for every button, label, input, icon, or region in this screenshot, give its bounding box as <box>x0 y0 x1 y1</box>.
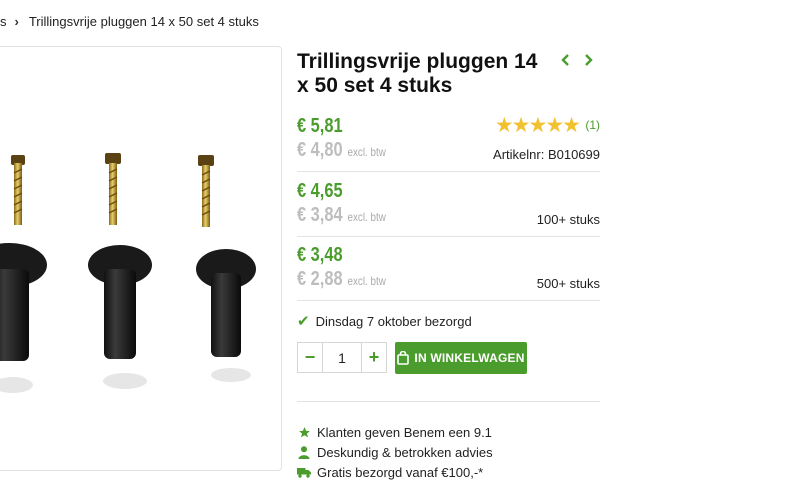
shopping-bag-icon <box>397 351 410 365</box>
delivery-text: Dinsdag 7 oktober bezorgd <box>315 313 472 329</box>
price-excl-value: € 4,80 <box>297 139 343 161</box>
price-row-base: € 5,81 € 4,80 excl. btw ★★★★★ (1) Artikel… <box>297 115 600 172</box>
price-excl-value: € 3,84 <box>297 204 343 226</box>
screw-2 <box>105 153 121 225</box>
excl-btw-label: excl. btw <box>347 145 386 159</box>
plug-3 <box>196 249 256 382</box>
plug-1 <box>0 243 47 393</box>
usp-item: Klanten geven Benem een 9.1 <box>297 425 492 440</box>
breadcrumb-prev-link[interactable]: s <box>0 14 7 29</box>
quantity-increase-button[interactable]: + <box>361 342 387 373</box>
check-icon: ✔ <box>297 313 310 330</box>
quantity-decrease-button[interactable]: − <box>297 342 323 373</box>
usp-text: Gratis bezorgd vanaf €100,-* <box>317 465 484 480</box>
plug-2 <box>88 245 152 389</box>
tier-label: 500+ stuks <box>536 276 600 291</box>
excl-btw-label: excl. btw <box>347 210 386 224</box>
breadcrumb-current: Trillingsvrije pluggen 14 x 50 set 4 stu… <box>28 14 259 29</box>
product-image[interactable] <box>0 46 282 471</box>
next-product-chevron-icon[interactable] <box>580 52 596 68</box>
usp-item: Deskundig & betrokken advies <box>297 445 493 460</box>
truck-icon <box>297 467 311 478</box>
tier-label: 100+ stuks <box>536 212 600 227</box>
quantity-stepper: − + <box>297 342 387 373</box>
price-incl: € 3,48 <box>297 244 343 266</box>
screw-1 <box>11 155 25 225</box>
product-photo <box>0 153 256 393</box>
add-to-cart-label: IN WINKELWAGEN <box>414 351 525 365</box>
screw-3 <box>198 155 214 227</box>
sku-label: Artikelnr: B010699 <box>493 147 600 162</box>
add-to-cart-button[interactable]: IN WINKELWAGEN <box>395 342 527 374</box>
price-incl: € 4,65 <box>297 180 343 202</box>
breadcrumb-separator-icon: › <box>14 14 19 29</box>
person-icon <box>297 446 311 459</box>
star-icon <box>297 426 311 439</box>
breadcrumb: s › Trillingsvrije pluggen 14 x 50 set 4 s… <box>0 14 259 29</box>
usp-item: Gratis bezorgd vanaf €100,-* <box>297 465 483 480</box>
delivery-info: ✔ Dinsdag 7 oktober bezorgd <box>297 312 472 330</box>
excl-btw-label: excl. btw <box>347 274 386 288</box>
price-incl: € 5,81 <box>297 115 343 137</box>
review-count-link[interactable]: (1) <box>585 118 600 132</box>
quantity-input[interactable] <box>323 342 361 373</box>
prev-product-chevron-icon[interactable] <box>558 52 574 68</box>
price-excl: € 4,80 excl. btw <box>297 139 386 162</box>
product-title: Trillingsvrije pluggen 14 x 50 set 4 stu… <box>297 50 538 97</box>
price-row-tier-100: € 4,65 € 3,84 excl. btw 100+ stuks <box>297 180 600 237</box>
divider <box>297 401 600 402</box>
price-excl-value: € 2,88 <box>297 268 343 290</box>
usp-text: Deskundig & betrokken advies <box>317 445 493 460</box>
price-row-tier-500: € 3,48 € 2,88 excl. btw 500+ stuks <box>297 244 600 301</box>
usp-text: Klanten geven Benem een 9.1 <box>317 425 492 440</box>
rating-stars-icon[interactable]: ★★★★★ <box>495 115 581 137</box>
price-excl: € 2,88 excl. btw <box>297 268 386 291</box>
price-excl: € 3,84 excl. btw <box>297 204 386 227</box>
